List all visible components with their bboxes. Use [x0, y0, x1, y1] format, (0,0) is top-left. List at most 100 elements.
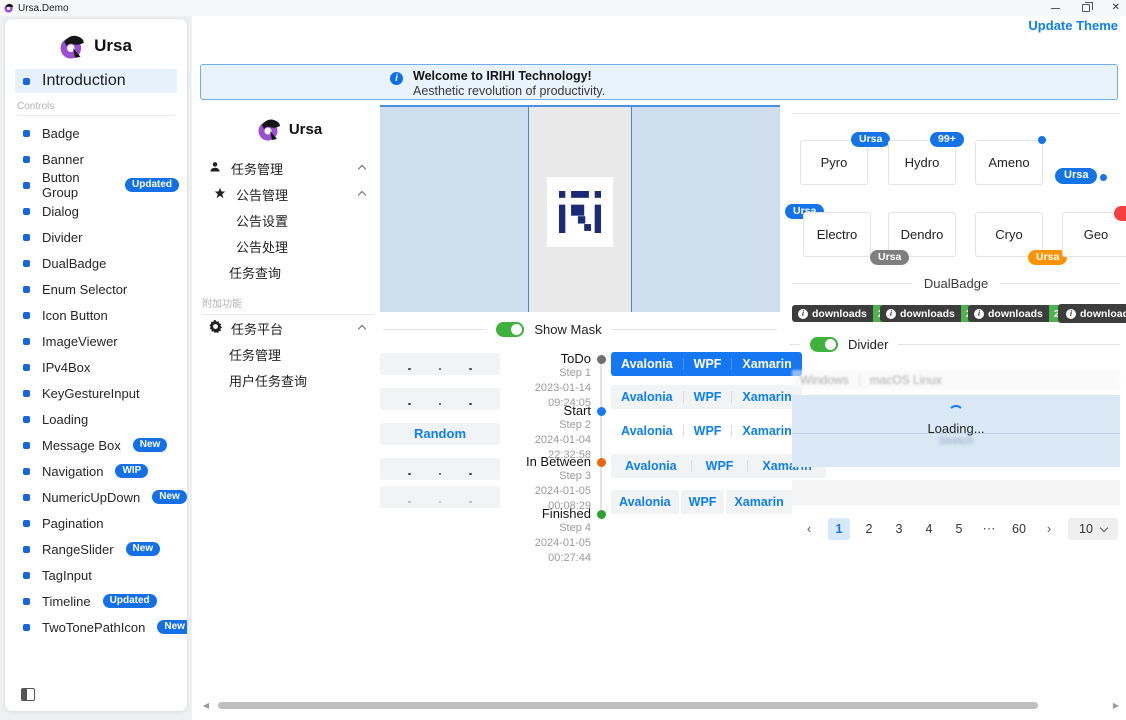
sidebar-item-ipv4box[interactable]: IPv4Box: [5, 354, 187, 380]
timeline-step: Step 1: [505, 366, 591, 381]
card-label: Hydro: [905, 155, 940, 170]
sidebar-item-twotonepathicon[interactable]: TwoTonePathIconNew: [5, 614, 187, 640]
menu-item-task-platform[interactable]: 任务平台: [200, 315, 380, 341]
next-page-button[interactable]: ›: [1038, 518, 1060, 540]
page-size-select[interactable]: 10: [1068, 518, 1118, 540]
standalone-dot-badge: [1100, 174, 1107, 181]
sidebar-item-rangeslider[interactable]: RangeSliderNew: [5, 536, 187, 562]
sidebar-item-divider[interactable]: Divider: [5, 224, 187, 250]
sidebar-item-dualbadge[interactable]: DualBadge: [5, 250, 187, 276]
sidebar-item-timeline[interactable]: TimelineUpdated: [5, 588, 187, 614]
divider-line: [790, 344, 800, 345]
sidebar-item-icon-button[interactable]: Icon Button: [5, 302, 187, 328]
scrollbar-track[interactable]: [212, 702, 1110, 709]
horizontal-scrollbar[interactable]: ◀ ▶: [200, 700, 1122, 710]
scroll-right-arrow[interactable]: ▶: [1110, 701, 1122, 710]
sidebar-item-badge[interactable]: Badge: [5, 120, 187, 146]
divider-line: [898, 344, 1120, 345]
sidebar-item-label: Message Box: [42, 438, 121, 453]
wpf-button[interactable]: WPF: [692, 454, 748, 478]
viewer-mask-right: [631, 107, 780, 312]
menu-item-user-task-query[interactable]: 用户任务查询: [200, 367, 380, 393]
chevron-down-icon: [1100, 523, 1108, 531]
menu-item-announcement-management[interactable]: 公告管理: [200, 181, 380, 207]
restore-button[interactable]: [1082, 4, 1090, 12]
minimize-button[interactable]: [1051, 8, 1060, 9]
sidebar-item-introduction[interactable]: Introduction: [15, 69, 177, 93]
image-viewer[interactable]: [380, 105, 780, 312]
divider-toggle[interactable]: [810, 337, 838, 352]
page-button-60[interactable]: 60: [1008, 518, 1030, 540]
loading-text: Loading...: [792, 421, 1120, 436]
avalonia-button[interactable]: Avalonia: [611, 419, 683, 443]
avalonia-button[interactable]: Avalonia: [611, 352, 683, 376]
sidebar-item-button-group[interactable]: Button GroupUpdated: [5, 172, 187, 198]
sidebar-item-numericupdown[interactable]: NumericUpDownNew: [5, 484, 187, 510]
count-badge: 99+: [930, 132, 964, 147]
menu-item-announcement-processing[interactable]: 公告处理: [200, 233, 380, 259]
xamarin-button[interactable]: Xamarin: [726, 490, 791, 514]
status-badge: Updated: [125, 178, 179, 192]
wpf-button[interactable]: WPF: [684, 385, 732, 409]
wpf-button[interactable]: WPF: [684, 352, 732, 376]
status-badge: New: [157, 620, 188, 634]
avalonia-button[interactable]: Avalonia: [611, 385, 683, 409]
timeline-line: [600, 362, 602, 514]
random-button[interactable]: Random: [380, 423, 500, 445]
menu-item-task-management-sub[interactable]: 任务管理: [200, 341, 380, 367]
sidebar-item-label: TagInput: [42, 568, 92, 583]
page-button-3[interactable]: 3: [888, 518, 910, 540]
wpf-button[interactable]: WPF: [681, 490, 725, 514]
ursa-logo-icon: [60, 33, 86, 59]
page-button-2[interactable]: 2: [858, 518, 880, 540]
menu-item-announcement-settings[interactable]: 公告设置: [200, 207, 380, 233]
page-button-1[interactable]: 1: [828, 518, 850, 540]
update-theme-button[interactable]: Update Theme: [1028, 18, 1118, 33]
dual-badge-label: downloads: [812, 308, 867, 320]
sidebar-item-label: Divider: [42, 230, 82, 245]
wpf-button[interactable]: WPF: [684, 419, 732, 443]
sidebar-brand-text: Ursa: [94, 36, 132, 56]
avalonia-button[interactable]: Avalonia: [611, 454, 691, 478]
sidebar-item-label: RangeSlider: [42, 542, 114, 557]
sidebar-item-label: Timeline: [42, 594, 91, 609]
chevron-up-icon: [359, 190, 366, 197]
sidebar-item-imageviewer[interactable]: ImageViewer: [5, 328, 187, 354]
menu-item-label: 任务平台: [231, 319, 283, 338]
welcome-banner: i Welcome to IRIHI Technology! Aesthetic…: [200, 64, 1118, 100]
show-mask-toggle[interactable]: [496, 322, 524, 337]
scrollbar-thumb[interactable]: [218, 702, 1038, 709]
sidebar-item-loading[interactable]: Loading: [5, 406, 187, 432]
loading-overlay: Loading... Stretch: [792, 395, 1120, 467]
page-button-5[interactable]: 5: [948, 518, 970, 540]
sidebar-item-navigation[interactable]: NavigationWIP: [5, 458, 187, 484]
menu-item-label: 公告设置: [236, 211, 288, 230]
sidebar: Ursa Introduction Controls Badge Banner …: [4, 18, 188, 712]
menu-item-label: 用户任务查询: [229, 371, 307, 390]
sidebar-item-taginput[interactable]: TagInput: [5, 562, 187, 588]
sidebar-item-pagination[interactable]: Pagination: [5, 510, 187, 536]
ipv4-input[interactable]: [380, 388, 500, 410]
collapse-sidebar-icon[interactable]: [21, 688, 35, 701]
close-button[interactable]: ✕: [1112, 3, 1120, 13]
menu-item-task-management[interactable]: 任务管理: [200, 155, 380, 181]
page-ellipsis[interactable]: ⋯: [978, 518, 1000, 540]
menu-item-label: 任务管理: [231, 159, 283, 178]
page-button-4[interactable]: 4: [918, 518, 940, 540]
sidebar-item-banner[interactable]: Banner: [5, 146, 187, 172]
bullet-icon: [23, 208, 30, 215]
sidebar-item-message-box[interactable]: Message BoxNew: [5, 432, 187, 458]
bullet-icon: [23, 364, 30, 371]
sidebar-item-enum-selector[interactable]: Enum Selector: [5, 276, 187, 302]
ipv4-input[interactable]: [380, 353, 500, 375]
dual-badge-label: downloads: [988, 308, 1043, 320]
sidebar-item-dialog[interactable]: Dialog: [5, 198, 187, 224]
scroll-left-arrow[interactable]: ◀: [200, 701, 212, 710]
menu-item-task-query[interactable]: 任务查询: [200, 259, 380, 285]
sidebar-item-keygestureinput[interactable]: KeyGestureInput: [5, 380, 187, 406]
ipv4-input[interactable]: [380, 458, 500, 480]
timeline-title: Finished: [505, 507, 591, 521]
prev-page-button[interactable]: ‹: [798, 518, 820, 540]
avalonia-button[interactable]: Avalonia: [611, 490, 679, 514]
masked-text: Stretch: [792, 435, 1120, 447]
